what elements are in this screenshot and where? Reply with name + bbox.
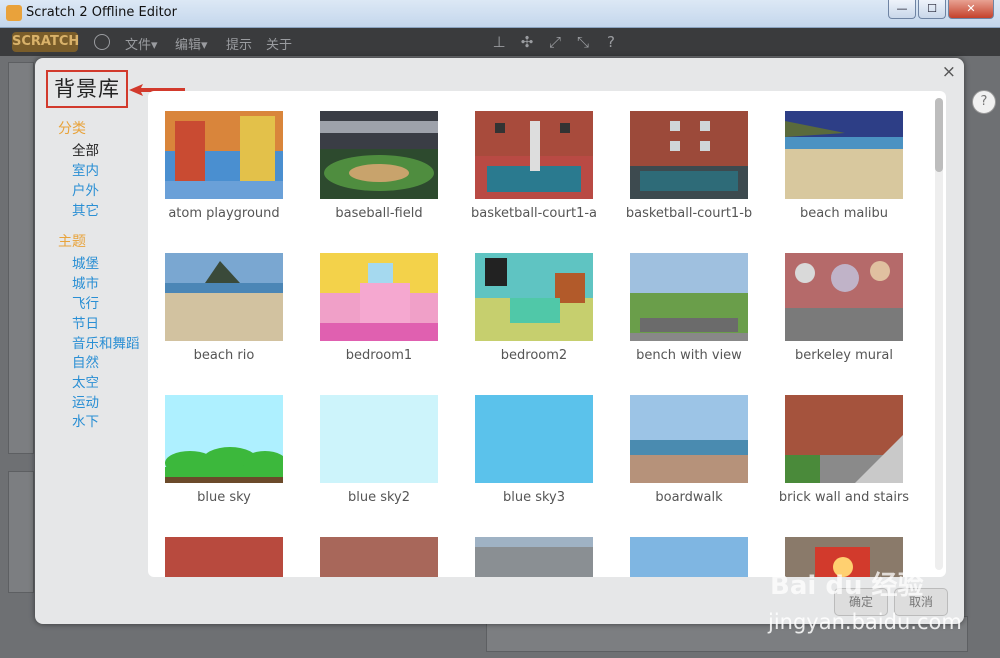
dialog-title: 背景库 <box>46 70 128 108</box>
backdrop-item[interactable]: brick wall and stairs <box>768 375 909 505</box>
backdrop-label: bedroom2 <box>500 348 568 363</box>
theme-castle[interactable]: 城堡 <box>72 252 99 272</box>
help-icon[interactable]: ? <box>602 33 620 51</box>
minimize-button[interactable]: — <box>888 0 916 19</box>
backdrop-label: blue sky3 <box>502 490 566 505</box>
backdrop-item[interactable]: bench with view <box>613 233 753 363</box>
theme-nature[interactable]: 自然 <box>72 351 99 371</box>
menu-edit[interactable]: 编辑▾ <box>175 34 208 53</box>
duplicate-icon[interactable]: ⊥ <box>490 33 508 51</box>
backdrop-thumbnail[interactable] <box>785 395 903 483</box>
backdrop-label: bedroom1 <box>345 348 413 363</box>
backdrop-thumbnail[interactable] <box>630 253 748 341</box>
backdrop-grid-area: atom playground baseball-field basketball-… <box>148 91 946 577</box>
backdrop-item[interactable]: atom playground <box>148 91 288 221</box>
scratch-cat-icon <box>6 5 22 21</box>
backdrop-label: bench with view <box>636 348 742 363</box>
backdrop-label: blue sky2 <box>347 490 411 505</box>
close-window-button[interactable]: ✕ <box>948 0 994 19</box>
backdrop-item[interactable]: beach malibu <box>768 91 908 221</box>
backdrop-thumbnail[interactable] <box>785 111 903 199</box>
backdrop-label: basketball-court1-a <box>471 206 597 221</box>
baidu-watermark: Bai du 经验 <box>770 571 924 601</box>
theme-city[interactable]: 城市 <box>72 272 99 292</box>
backdrop-item[interactable]: blue sky3 <box>458 375 598 505</box>
backdrop-label: basketball-court1-b <box>625 206 753 221</box>
backdrop-item[interactable] <box>303 517 443 577</box>
backdrop-label: beach malibu <box>799 206 889 221</box>
backdrop-item[interactable]: blue sky2 <box>303 375 443 505</box>
menu-tips[interactable]: 提示 <box>226 34 252 53</box>
maximize-button[interactable]: ☐ <box>918 0 946 19</box>
menu-file[interactable]: 文件▾ <box>125 34 158 53</box>
backdrop-thumbnail[interactable] <box>165 253 283 341</box>
backdrop-thumbnail[interactable] <box>475 111 593 199</box>
backdrop-item[interactable]: berkeley mural <box>768 233 908 363</box>
theme-flying[interactable]: 飞行 <box>72 292 99 312</box>
category-other[interactable]: 其它 <box>72 199 99 219</box>
backdrop-label: berkeley mural <box>795 348 893 363</box>
backdrop-thumbnail[interactable] <box>785 253 903 341</box>
category-header: 分类 <box>58 121 86 137</box>
help-circle-icon[interactable]: ? <box>972 90 996 114</box>
backdrop-label: baseball-field <box>335 206 423 221</box>
backdrop-library-dialog: 背景库 × 分类 全部 室内 户外 其它 主题 城堡 城市 飞行 节日 音乐和舞… <box>35 58 964 624</box>
theme-underwater[interactable]: 水下 <box>72 410 99 430</box>
scrollbar[interactable] <box>935 98 943 570</box>
backdrop-label: beach rio <box>193 348 255 363</box>
theme-space[interactable]: 太空 <box>72 371 99 391</box>
backdrop-item[interactable]: basketball-court1-a <box>458 91 598 221</box>
backdrop-thumbnail[interactable] <box>320 253 438 341</box>
backdrop-item[interactable] <box>458 517 598 577</box>
delete-icon[interactable]: ✣ <box>518 33 536 51</box>
backdrop-thumbnail[interactable] <box>165 395 283 483</box>
stage-panel <box>8 62 34 454</box>
baidu-watermark-url: jingyan.baidu.com <box>768 610 962 634</box>
backdrop-label: blue sky <box>197 490 251 505</box>
backdrop-thumbnail[interactable] <box>165 537 283 577</box>
backdrop-label: boardwalk <box>655 490 723 505</box>
backdrop-item[interactable]: boardwalk <box>613 375 753 505</box>
backdrop-thumbnail[interactable] <box>320 395 438 483</box>
globe-icon[interactable] <box>94 34 110 50</box>
backdrop-thumbnail[interactable] <box>630 537 748 577</box>
backdrop-thumbnail[interactable] <box>320 537 438 577</box>
window-title: Scratch 2 Offline Editor <box>26 5 177 20</box>
backdrop-item[interactable]: bedroom1 <box>303 233 443 363</box>
backdrop-label: brick wall and stairs <box>778 490 910 505</box>
menubar: SCRATCH 文件▾ 编辑▾ 提示 关于 ⊥ ✣ ⤢ ⤡ ? <box>0 28 1000 56</box>
backdrop-item[interactable] <box>148 517 288 577</box>
backdrop-item[interactable]: basketball-court1-b <box>613 91 753 221</box>
theme-holiday[interactable]: 节日 <box>72 312 99 332</box>
grow-icon[interactable]: ⤢ <box>546 33 564 51</box>
backdrop-item[interactable]: baseball-field <box>303 91 443 221</box>
backdrop-thumbnail[interactable] <box>475 537 593 577</box>
window-titlebar: Scratch 2 Offline Editor — ☐ ✕ <box>0 0 1000 28</box>
backdrop-item[interactable] <box>613 517 753 577</box>
backdrop-item[interactable]: beach rio <box>148 233 288 363</box>
category-indoors[interactable]: 室内 <box>72 159 99 179</box>
backdrop-thumbnail[interactable] <box>475 395 593 483</box>
backdrop-thumbnail[interactable] <box>320 111 438 199</box>
theme-sports[interactable]: 运动 <box>72 391 99 411</box>
category-all[interactable]: 全部 <box>72 139 99 159</box>
backdrop-label: atom playground <box>168 206 280 221</box>
theme-header: 主题 <box>58 234 86 250</box>
shrink-icon[interactable]: ⤡ <box>574 33 592 51</box>
backdrop-thumbnail[interactable] <box>630 111 748 199</box>
scrollbar-thumb[interactable] <box>935 98 943 172</box>
backdrop-item[interactable]: bedroom2 <box>458 233 598 363</box>
backdrop-thumbnail[interactable] <box>630 395 748 483</box>
dialog-close-button[interactable]: × <box>942 62 956 82</box>
backdrop-thumbnail[interactable] <box>475 253 593 341</box>
category-outdoors[interactable]: 户外 <box>72 179 99 199</box>
menu-about[interactable]: 关于 <box>266 34 292 53</box>
sprite-panel <box>8 471 34 593</box>
backdrop-thumbnail[interactable] <box>165 111 283 199</box>
backdrop-item[interactable]: blue sky <box>148 375 288 505</box>
theme-music-dance[interactable]: 音乐和舞蹈 <box>72 332 140 352</box>
scratch-logo: SCRATCH <box>12 32 79 52</box>
